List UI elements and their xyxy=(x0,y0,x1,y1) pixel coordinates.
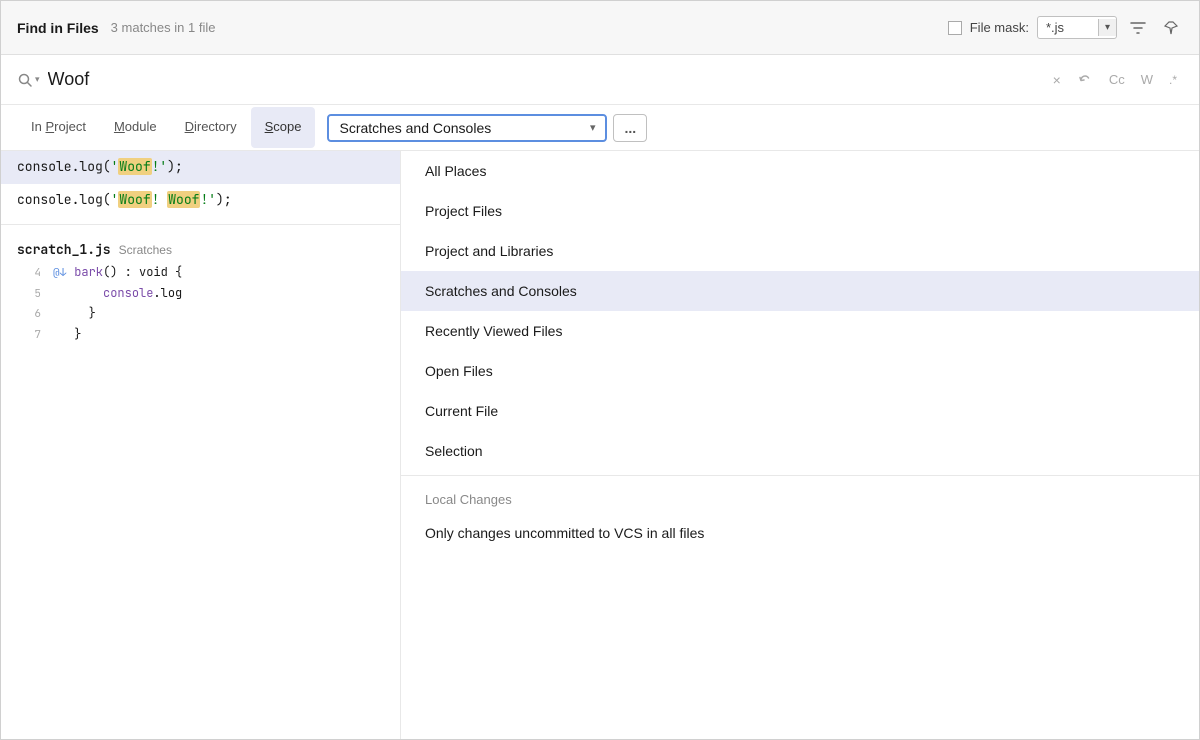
main-content: console.log('Woof!'); console.log('Woof!… xyxy=(1,151,1199,739)
dropdown-item-project-libraries[interactable]: Project and Libraries xyxy=(401,231,1199,271)
file-mask-input-wrapper: ▾ xyxy=(1037,16,1117,39)
scope-dropdown[interactable]: Scratches and Consoles ▾ xyxy=(327,114,607,142)
list-item[interactable]: console.log('Woof!'); xyxy=(1,151,400,184)
dropdown-item-all-places[interactable]: All Places xyxy=(401,151,1199,191)
scope-tabs-row: In Project Module Directory Scope Scratc… xyxy=(1,105,1199,151)
code-line: 4 @↓ bark() : void { xyxy=(17,262,400,283)
panel-title: Find in Files xyxy=(17,20,99,36)
line-number: 4 xyxy=(17,264,41,283)
file-mask-label: File mask: xyxy=(970,20,1029,35)
search-actions: × Cc W .* xyxy=(1047,68,1183,92)
dropdown-item-recently-viewed[interactable]: Recently Viewed Files xyxy=(401,311,1199,351)
file-name: scratch_1.js xyxy=(17,241,111,258)
search-input[interactable] xyxy=(48,69,1039,90)
results-panel: console.log('Woof!'); console.log('Woof!… xyxy=(1,151,401,739)
file-mask-input[interactable] xyxy=(1038,17,1098,38)
tab-directory[interactable]: Directory xyxy=(171,107,251,148)
whole-word-button[interactable]: W xyxy=(1135,68,1159,91)
code-line: 6 @↓ } xyxy=(17,303,400,324)
line-number: 5 xyxy=(17,285,41,304)
code-block: 4 @↓ bark() : void { 5 @↓ console.log xyxy=(1,262,400,353)
dropdown-item-current-file[interactable]: Current File xyxy=(401,391,1199,431)
dropdown-section-label: Local Changes xyxy=(401,480,1199,513)
tab-module[interactable]: Module xyxy=(100,107,171,148)
dropdown-item-selection[interactable]: Selection xyxy=(401,431,1199,471)
scope-more-button[interactable]: ... xyxy=(613,114,647,142)
divider xyxy=(1,224,400,225)
scope-dropdown-selected: Scratches and Consoles xyxy=(339,120,581,136)
line-number: 6 xyxy=(17,305,41,324)
matches-info: 3 matches in 1 file xyxy=(111,20,216,35)
line-number: 7 xyxy=(17,326,41,345)
chevron-down-icon: ▾ xyxy=(590,121,596,134)
file-mask-area: File mask: ▾ xyxy=(948,15,1183,41)
dropdown-item-project-files[interactable]: Project Files xyxy=(401,191,1199,231)
scope-dropdown-wrapper: Scratches and Consoles ▾ ... xyxy=(327,114,647,142)
case-sensitive-button[interactable]: Cc xyxy=(1103,68,1131,91)
dropdown-divider xyxy=(401,475,1199,476)
file-mask-dropdown-button[interactable]: ▾ xyxy=(1098,19,1116,36)
scope-dropdown-panel: All Places Project Files Project and Lib… xyxy=(401,151,1199,739)
dropdown-item-vcs-changes[interactable]: Only changes uncommitted to VCS in all f… xyxy=(401,513,1199,553)
tab-scope[interactable]: Scope xyxy=(251,107,316,148)
gutter-icon: @↓ xyxy=(53,264,66,283)
code-line: 7 @↓ } xyxy=(17,324,400,345)
filter-icon[interactable] xyxy=(1125,15,1151,41)
dropdown-item-scratches-consoles[interactable]: Scratches and Consoles xyxy=(401,271,1199,311)
code-line: 5 @↓ console.log xyxy=(17,283,400,304)
tab-in-project[interactable]: In Project xyxy=(17,107,100,148)
search-row: ▾ × Cc W .* xyxy=(1,55,1199,105)
search-icon-button[interactable]: ▾ xyxy=(17,72,40,88)
file-info: scratch_1.js Scratches xyxy=(1,233,400,262)
dropdown-list: All Places Project Files Project and Lib… xyxy=(401,151,1199,739)
header: Find in Files 3 matches in 1 file File m… xyxy=(1,1,1199,55)
regex-button[interactable]: .* xyxy=(1163,69,1183,91)
results-list: console.log('Woof!'); console.log('Woof!… xyxy=(1,151,400,739)
dropdown-item-open-files[interactable]: Open Files xyxy=(401,351,1199,391)
find-in-files-panel: Find in Files 3 matches in 1 file File m… xyxy=(0,0,1200,740)
file-location: Scratches xyxy=(119,243,172,257)
undo-search-button[interactable] xyxy=(1071,68,1099,92)
clear-search-button[interactable]: × xyxy=(1047,68,1067,92)
pin-icon[interactable] xyxy=(1159,16,1183,40)
file-mask-checkbox[interactable] xyxy=(948,21,962,35)
list-item[interactable]: console.log('Woof! Woof!'); xyxy=(1,184,400,217)
